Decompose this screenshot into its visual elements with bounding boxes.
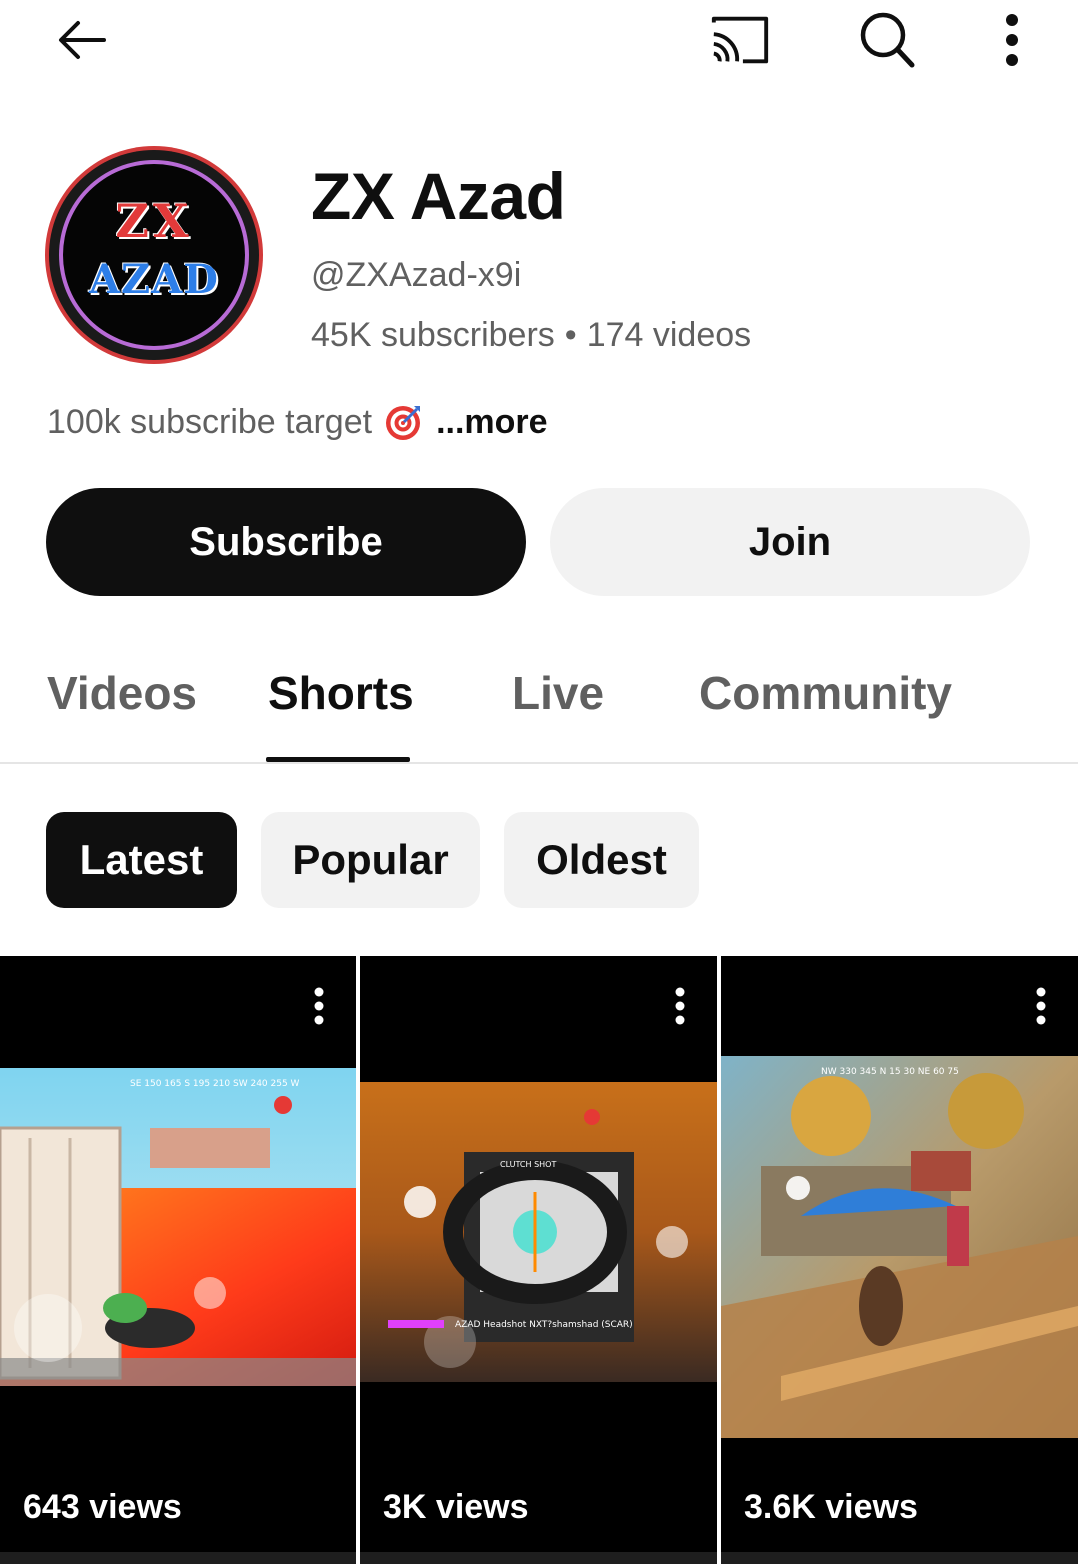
chip-popular[interactable]: Popular — [261, 812, 480, 908]
channel-stats: 45K subscribers • 174 videos — [311, 316, 751, 355]
svg-text:AZAD Headshot NXT?shamshad (S: AZAD Headshot NXT?shamshad (SCAR) — [455, 1320, 633, 1330]
subscriber-count: 45K subscribers — [311, 316, 555, 354]
chip-oldest[interactable]: Oldest — [504, 812, 699, 908]
more-vertical-icon[interactable] — [665, 986, 695, 1026]
chip-latest[interactable]: Latest — [46, 812, 237, 908]
short-card[interactable]: SE 150 165 S 195 210 SW 240 255 W 643 vi… — [0, 956, 356, 1564]
more-vertical-icon[interactable] — [1026, 986, 1056, 1026]
arrow-left-icon[interactable] — [50, 8, 114, 72]
stats-separator: • — [564, 316, 577, 354]
svg-text:SE 150 165 S 195 210 SW 240 25: SE 150 165 S 195 210 SW 240 255 W — [130, 1079, 300, 1089]
svg-text:CLUTCH SHOT: CLUTCH SHOT — [500, 1160, 556, 1169]
channel-avatar[interactable]: ZX AZAD — [45, 146, 263, 364]
short-thumbnail: AZAD Headshot NXT?shamshad (SCAR) CLUTCH… — [360, 1082, 717, 1382]
more-vertical-icon[interactable] — [980, 8, 1044, 72]
channel-description[interactable]: 100k subscribe target ...more — [47, 402, 548, 442]
top-app-bar — [0, 0, 1078, 80]
description-text: 100k subscribe target — [47, 402, 373, 441]
card-divider — [721, 1552, 1078, 1564]
short-view-count: 3K views — [383, 1488, 529, 1526]
channel-tabs: Videos Shorts Live Community — [0, 640, 1078, 764]
short-thumbnail: NW 330 345 N 15 30 NE 60 75 — [721, 1056, 1078, 1438]
short-card[interactable]: AZAD Headshot NXT?shamshad (SCAR) CLUTCH… — [360, 956, 717, 1564]
card-divider — [360, 1552, 717, 1564]
subscribe-button[interactable]: Subscribe — [46, 488, 526, 596]
target-emoji-icon — [384, 402, 424, 442]
channel-handle: @ZXAzad-x9i — [311, 256, 522, 294]
more-link[interactable]: ...more — [436, 403, 547, 442]
tab-live[interactable]: Live — [512, 666, 604, 720]
more-vertical-icon[interactable] — [304, 986, 334, 1026]
short-card[interactable]: NW 330 345 N 15 30 NE 60 75 3.6K views — [721, 956, 1078, 1564]
svg-text:NW 330 345 N 15 30 NE 60 75: NW 330 345 N 15 30 NE 60 75 — [821, 1067, 959, 1077]
short-thumbnail: SE 150 165 S 195 210 SW 240 255 W — [0, 1068, 356, 1386]
cast-icon[interactable] — [708, 8, 772, 72]
card-divider — [0, 1552, 356, 1564]
tab-shorts[interactable]: Shorts — [268, 666, 414, 720]
avatar-logo-subtext: AZAD — [89, 256, 219, 303]
join-button[interactable]: Join — [550, 488, 1030, 596]
avatar-logo-text: ZX — [115, 194, 193, 248]
tab-videos[interactable]: Videos — [47, 666, 197, 720]
short-view-count: 3.6K views — [744, 1488, 918, 1526]
shorts-grid: SE 150 165 S 195 210 SW 240 255 W 643 vi… — [0, 956, 1078, 1564]
active-tab-indicator — [266, 757, 410, 762]
video-count: 174 videos — [586, 316, 752, 354]
short-view-count: 643 views — [23, 1488, 182, 1526]
tab-community[interactable]: Community — [699, 666, 952, 720]
search-icon[interactable] — [855, 8, 919, 72]
channel-name: ZX Azad — [311, 159, 566, 233]
